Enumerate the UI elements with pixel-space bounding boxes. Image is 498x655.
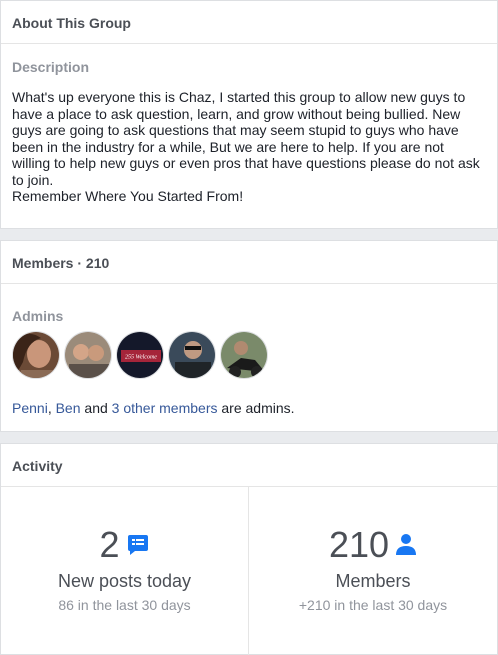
avatar-1[interactable] [12,331,60,379]
about-title: About This Group [12,15,131,31]
members-label: Members [335,571,411,591]
admins-line: Penni, Ben and 3 other members are admin… [12,400,486,416]
description-line: What's up everyone this is Chaz, I start… [12,89,466,105]
members-count-row: 210 [329,525,417,565]
about-card: About This Group Description What's up e… [0,0,498,229]
members-header[interactable]: Members · 210 [1,241,497,284]
description-line: guys are going to ask questions that may… [12,122,459,138]
new-posts-sub: 86 in the last 30 days [58,597,191,613]
activity-header: Activity [1,444,497,487]
avatar-2[interactable] [64,331,112,379]
description-line: to join. [12,171,54,188]
members-count: 210 [328,524,390,565]
avatar3-text: 255 Welcome [125,355,157,361]
admin-link-penni[interactable]: Penni [12,400,48,416]
admins-separator: , [47,400,52,416]
new-posts-stat[interactable]: 2 New posts today 86 in the last 30 days [1,487,248,655]
about-header: About This Group [1,1,497,44]
avatar-4[interactable] [168,331,216,379]
description-line: willing to help new guys or even pros th… [12,155,480,171]
members-sub: +210 in the last 30 days [298,597,448,613]
admin-link-ben[interactable]: Ben [56,400,81,416]
description-text: What's up everyone this is Chaz, I start… [12,89,486,205]
activity-card: Activity 2 New posts today 86 in the las… [0,443,498,655]
admins-heading: Admins [12,308,64,324]
person-icon [395,525,417,565]
other-admins-link[interactable]: 3 other members [112,400,218,416]
new-posts-count: 2 [99,524,120,565]
avatar-5[interactable] [220,331,268,379]
admin-avatars: 255 Welcome [12,331,486,379]
members-stat[interactable]: 210 Members +210 in the last 30 days [249,487,497,655]
new-posts-label: New posts today [57,571,192,591]
admins-and: and [80,400,112,416]
admins-suffix: are admins. [217,400,295,416]
description-line: been in the industry for a while, But we… [12,138,444,155]
new-posts-count-row: 2 [99,525,149,565]
members-card: Members · 210 Admins 255 Welcome Penni, … [0,240,498,432]
activity-stats: 2 New posts today 86 in the last 30 days… [1,487,497,655]
description-line: Remember Where You Started From! [12,188,244,204]
activity-title: Activity [12,458,63,474]
members-title[interactable]: Members · 210 [12,255,109,271]
description-heading: Description [12,59,90,75]
avatar-3[interactable]: 255 Welcome [116,331,164,379]
chat-bubble-icon [126,525,150,565]
description-line: have a place to ask question, learn, and… [12,105,461,122]
